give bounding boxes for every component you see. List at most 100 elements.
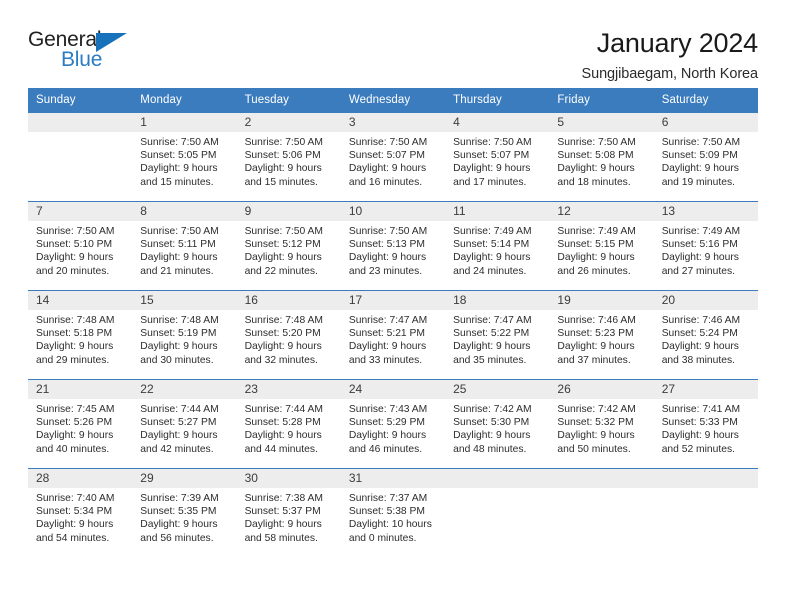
day-detail-daylight-line1: Daylight: 9 hours (140, 430, 218, 442)
calendar-day-cell[interactable]: 12 Sunrise: 7:49 AM Sunset: 5:15 PM Dayligh… (549, 201, 654, 291)
day-detail-sunset: Sunset: 5:33 PM (661, 417, 738, 429)
day-detail-sunset: Sunset: 5:14 PM (453, 239, 530, 251)
calendar-day-cell[interactable]: 27 Sunrise: 7:41 AM Sunset: 5:33 PM Dayligh… (653, 379, 758, 469)
weekday-header-sunday: Sunday (28, 88, 133, 113)
day-detail-daylight-line1: Daylight: 9 hours (244, 341, 322, 353)
day-detail-daylight-line2: and 15 minutes. (244, 176, 318, 188)
calendar-day-cell[interactable]: 14 Sunrise: 7:48 AM Sunset: 5:18 PM Dayligh… (28, 290, 133, 380)
day-detail-daylight-line1: Daylight: 9 hours (348, 252, 427, 264)
day-details: Sunrise: 7:45 AM Sunset: 5:26 PM Daylight:… (28, 399, 132, 456)
day-details: Sunrise: 7:50 AM Sunset: 5:11 PM Daylight:… (132, 221, 236, 278)
day-detail-sunset: Sunset: 5:07 PM (348, 150, 425, 162)
day-detail-daylight-line2: and 18 minutes. (557, 176, 631, 188)
day-detail-sunset: Sunset: 5:13 PM (348, 239, 425, 251)
day-detail-sunset: Sunset: 5:18 PM (36, 328, 113, 340)
day-cell-inner: 19 Sunrise: 7:46 AM Sunset: 5:23 PM Dayligh… (549, 291, 654, 379)
day-detail-sunrise: Sunrise: 7:48 AM (244, 315, 323, 326)
day-detail-daylight-line1: Daylight: 9 hours (453, 252, 531, 264)
calendar-day-cell[interactable]: 4 Sunrise: 7:50 AM Sunset: 5:07 PM Daylight… (445, 112, 550, 202)
calendar-day-cell[interactable]: 29 Sunrise: 7:39 AM Sunset: 5:35 PM Dayligh… (132, 468, 237, 557)
calendar-day-cell[interactable]: 20 Sunrise: 7:46 AM Sunset: 5:24 PM Dayligh… (653, 290, 758, 380)
day-detail-daylight-line2: and 29 minutes. (36, 354, 110, 366)
calendar-day-cell[interactable]: 2 Sunrise: 7:50 AM Sunset: 5:06 PM Daylight… (236, 112, 341, 202)
day-detail-daylight-line1: Daylight: 9 hours (661, 252, 739, 264)
calendar-day-cell[interactable]: 26 Sunrise: 7:42 AM Sunset: 5:32 PM Dayligh… (549, 379, 654, 469)
day-detail-sunrise: Sunrise: 7:37 AM (348, 493, 428, 504)
day-detail-sunrise: Sunrise: 7:39 AM (140, 493, 219, 504)
day-detail-daylight-line1: Daylight: 9 hours (453, 163, 531, 175)
day-detail-daylight-line1: Daylight: 9 hours (661, 341, 739, 353)
calendar-day-cell[interactable]: 22 Sunrise: 7:44 AM Sunset: 5:27 PM Dayligh… (132, 379, 237, 469)
day-number: 2 (236, 113, 341, 132)
day-detail-daylight-line1: Daylight: 9 hours (244, 252, 322, 264)
day-detail-daylight-line1: Daylight: 9 hours (453, 430, 531, 442)
day-number: 31 (340, 469, 446, 488)
calendar-day-cell[interactable]: 30 Sunrise: 7:38 AM Sunset: 5:37 PM Dayligh… (236, 468, 341, 557)
calendar-day-cell[interactable]: 15 Sunrise: 7:48 AM Sunset: 5:19 PM Dayligh… (132, 290, 237, 380)
day-cell-inner: 12 Sunrise: 7:49 AM Sunset: 5:15 PM Dayligh… (549, 202, 654, 290)
calendar-day-cell[interactable]: 16 Sunrise: 7:48 AM Sunset: 5:20 PM Dayligh… (236, 290, 341, 380)
day-detail-sunrise: Sunrise: 7:50 AM (140, 137, 219, 148)
calendar-day-cell[interactable]: 11 Sunrise: 7:49 AM Sunset: 5:14 PM Dayligh… (445, 201, 550, 291)
calendar-day-cell[interactable]: 3 Sunrise: 7:50 AM Sunset: 5:07 PM Daylight… (340, 112, 446, 202)
day-number: 12 (549, 202, 654, 221)
day-details: Sunrise: 7:44 AM Sunset: 5:28 PM Daylight:… (237, 399, 341, 456)
day-cell-inner: 5 Sunrise: 7:50 AM Sunset: 5:08 PM Daylight… (549, 113, 654, 201)
day-detail-sunrise: Sunrise: 7:50 AM (244, 226, 323, 237)
day-cell-inner: 24 Sunrise: 7:43 AM Sunset: 5:29 PM Dayligh… (340, 380, 446, 468)
day-detail-sunset: Sunset: 5:23 PM (557, 328, 634, 340)
day-detail-daylight-line2: and 32 minutes. (244, 354, 318, 366)
day-detail-sunset: Sunset: 5:07 PM (453, 150, 530, 162)
day-detail-sunrise: Sunrise: 7:48 AM (140, 315, 219, 326)
day-detail-daylight-line2: and 38 minutes. (661, 354, 735, 366)
general-blue-logo[interactable]: General Blue (28, 28, 133, 74)
day-cell-inner: 14 Sunrise: 7:48 AM Sunset: 5:18 PM Dayligh… (28, 291, 133, 379)
calendar-day-cell[interactable]: 6 Sunrise: 7:50 AM Sunset: 5:09 PM Daylight… (653, 112, 758, 202)
day-cell-inner: 28 Sunrise: 7:40 AM Sunset: 5:34 PM Dayligh… (28, 469, 133, 557)
day-detail-sunrise: Sunrise: 7:50 AM (36, 226, 115, 237)
calendar-day-cell-empty (28, 112, 133, 202)
weekday-header-monday: Monday (132, 88, 237, 113)
weekday-header-thursday: Thursday (445, 88, 550, 113)
calendar-day-cell[interactable]: 1 Sunrise: 7:50 AM Sunset: 5:05 PM Daylight… (132, 112, 237, 202)
day-cell-inner: 11 Sunrise: 7:49 AM Sunset: 5:14 PM Dayligh… (445, 202, 550, 290)
calendar-day-cell[interactable]: 24 Sunrise: 7:43 AM Sunset: 5:29 PM Dayligh… (340, 379, 446, 469)
calendar-day-cell[interactable]: 7 Sunrise: 7:50 AM Sunset: 5:10 PM Daylight… (28, 201, 133, 291)
day-detail-daylight-line2: and 40 minutes. (36, 443, 110, 455)
calendar-day-cell[interactable]: 31 Sunrise: 7:37 AM Sunset: 5:38 PM Dayligh… (340, 468, 446, 557)
day-detail-sunset: Sunset: 5:29 PM (348, 417, 425, 429)
day-detail-sunset: Sunset: 5:19 PM (140, 328, 217, 340)
calendar-day-cell[interactable]: 10 Sunrise: 7:50 AM Sunset: 5:13 PM Dayligh… (340, 201, 446, 291)
calendar-day-cell[interactable]: 17 Sunrise: 7:47 AM Sunset: 5:21 PM Dayligh… (340, 290, 446, 380)
calendar-week-row: 1 Sunrise: 7:50 AM Sunset: 5:05 PM Daylight… (28, 112, 758, 202)
day-details: Sunrise: 7:40 AM Sunset: 5:34 PM Daylight:… (28, 488, 132, 545)
day-detail-daylight-line2: and 35 minutes. (453, 354, 527, 366)
page-subtitle: Sungjibaegam, North Korea (581, 66, 759, 83)
day-number: 29 (132, 469, 237, 488)
day-detail-daylight-line1: Daylight: 10 hours (348, 519, 432, 531)
calendar-day-cell[interactable]: 25 Sunrise: 7:42 AM Sunset: 5:30 PM Dayligh… (445, 379, 550, 469)
day-number: 18 (445, 291, 550, 310)
calendar-day-cell[interactable]: 23 Sunrise: 7:44 AM Sunset: 5:28 PM Dayligh… (236, 379, 341, 469)
day-detail-sunrise: Sunrise: 7:50 AM (140, 226, 219, 237)
calendar-day-cell[interactable]: 19 Sunrise: 7:46 AM Sunset: 5:23 PM Dayligh… (549, 290, 654, 380)
calendar-day-cell[interactable]: 28 Sunrise: 7:40 AM Sunset: 5:34 PM Dayligh… (28, 468, 133, 557)
day-cell-inner: 29 Sunrise: 7:39 AM Sunset: 5:35 PM Dayligh… (132, 469, 237, 557)
calendar-day-cell[interactable]: 13 Sunrise: 7:49 AM Sunset: 5:16 PM Dayligh… (653, 201, 758, 291)
day-details: Sunrise: 7:47 AM Sunset: 5:21 PM Daylight:… (341, 310, 445, 367)
day-detail-daylight-line1: Daylight: 9 hours (244, 519, 322, 531)
calendar-day-cell[interactable]: 9 Sunrise: 7:50 AM Sunset: 5:12 PM Daylight… (236, 201, 341, 291)
day-details: Sunrise: 7:50 AM Sunset: 5:08 PM Daylight:… (549, 132, 653, 189)
calendar-week-row: 7 Sunrise: 7:50 AM Sunset: 5:10 PM Daylight… (28, 201, 758, 291)
logo-text-blue: Blue (61, 48, 103, 71)
calendar-day-cell-empty (549, 468, 654, 557)
calendar-day-cell[interactable]: 18 Sunrise: 7:47 AM Sunset: 5:22 PM Dayligh… (445, 290, 550, 380)
calendar-day-cell[interactable]: 5 Sunrise: 7:50 AM Sunset: 5:08 PM Daylight… (549, 112, 654, 202)
day-cell-inner: 13 Sunrise: 7:49 AM Sunset: 5:16 PM Dayligh… (653, 202, 758, 290)
day-detail-daylight-line2: and 20 minutes. (36, 265, 110, 277)
day-details: Sunrise: 7:42 AM Sunset: 5:30 PM Daylight:… (445, 399, 549, 456)
day-detail-daylight-line1: Daylight: 9 hours (140, 341, 218, 353)
calendar-day-cell[interactable]: 8 Sunrise: 7:50 AM Sunset: 5:11 PM Daylight… (132, 201, 237, 291)
day-detail-sunset: Sunset: 5:20 PM (244, 328, 321, 340)
calendar-day-cell[interactable]: 21 Sunrise: 7:45 AM Sunset: 5:26 PM Dayligh… (28, 379, 133, 469)
